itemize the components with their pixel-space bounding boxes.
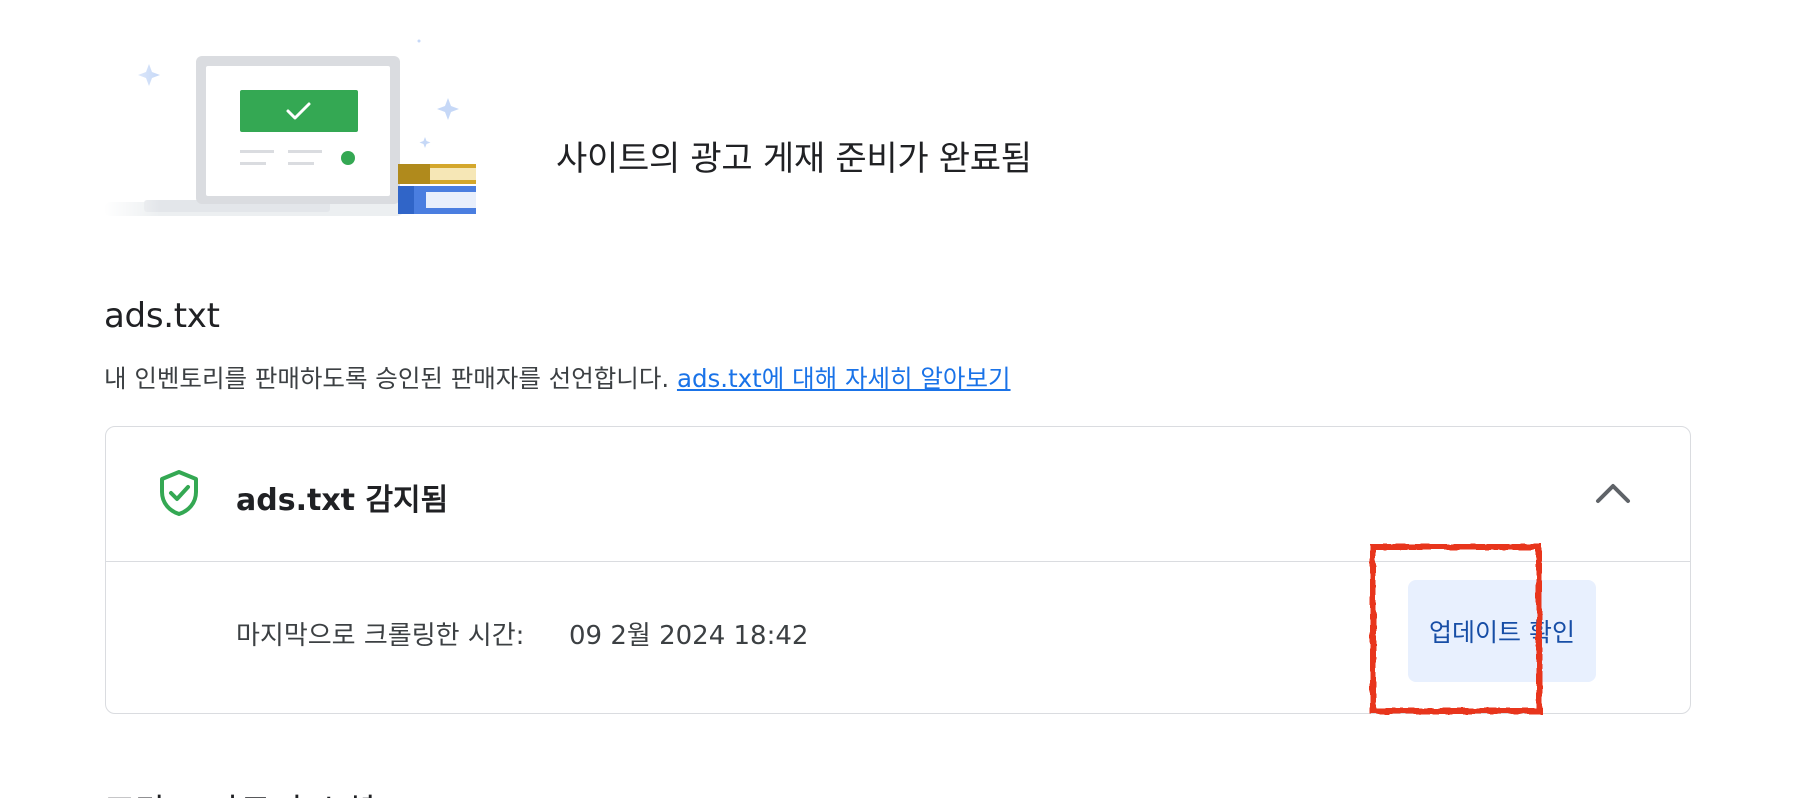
ads-txt-description: 내 인벤토리를 판매하도록 승인된 판매자를 선언합니다. ads.txt에 대… (104, 360, 1011, 395)
last-crawled-value: 09 2월 2024 18:42 (569, 621, 809, 651)
ads-txt-description-text: 내 인벤토리를 판매하도록 승인된 판매자를 선언합니다. (104, 364, 670, 393)
ads-txt-section-title: ads.txt (104, 296, 220, 336)
shield-check-icon (160, 470, 198, 516)
check-for-updates-button[interactable]: 업데이트 확인 (1408, 580, 1596, 682)
ads-txt-status-card: ads.txt 감지됨 마지막으로 크롤링한 시간: 09 2월 2024 18… (105, 426, 1691, 714)
next-section-title: 프라그 파트너 소셜 (104, 784, 376, 798)
ads-txt-status-header[interactable]: ads.txt 감지됨 (106, 427, 1690, 562)
ads-txt-learn-more-link[interactable]: ads.txt에 대해 자세히 알아보기 (677, 364, 1011, 393)
site-ready-illustration (104, 38, 476, 216)
chevron-up-icon[interactable] (1594, 477, 1632, 507)
site-ready-title: 사이트의 광고 게재 준비가 완료됨 (556, 139, 1032, 179)
page: 사이트의 광고 게재 준비가 완료됨 ads.txt 내 인벤토리를 판매하도록… (0, 0, 1806, 798)
last-crawled-label: 마지막으로 크롤링한 시간: (236, 621, 525, 651)
ads-txt-status-title: ads.txt 감지됨 (236, 483, 449, 518)
